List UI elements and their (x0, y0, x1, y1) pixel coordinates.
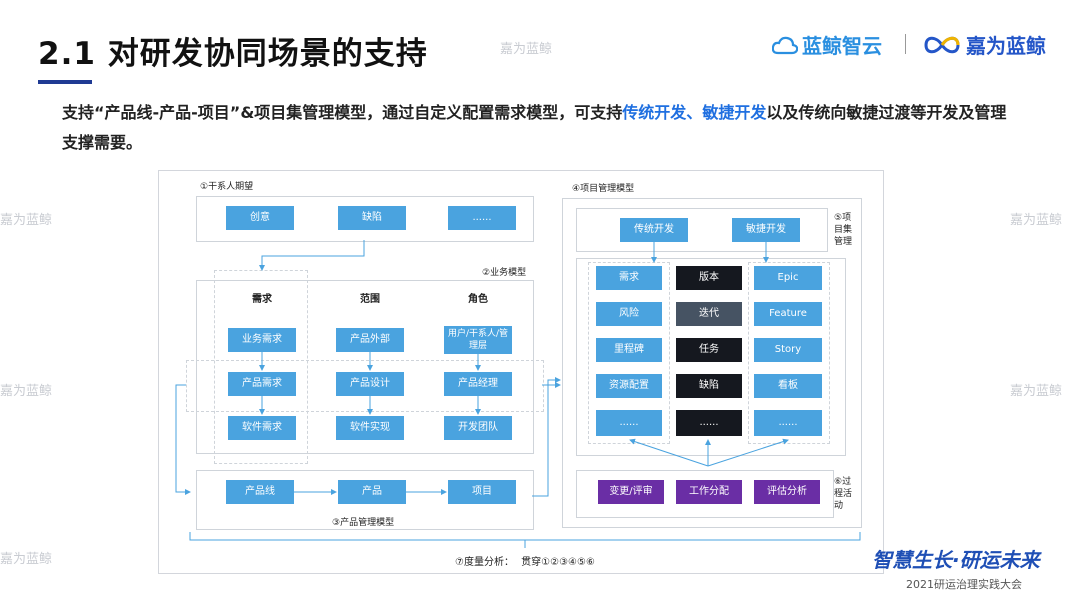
metrics-value: 贯穿①②③④⑤⑥ (521, 557, 595, 568)
diagram-connectors (175, 240, 861, 548)
footer-slogan: 智慧生长·研运未来 (872, 548, 1040, 572)
metrics-label: ⑦度量分析： 贯穿①②③④⑤⑥ (455, 557, 595, 568)
footer-conference: 2021研运治理实践大会 (906, 578, 1022, 591)
